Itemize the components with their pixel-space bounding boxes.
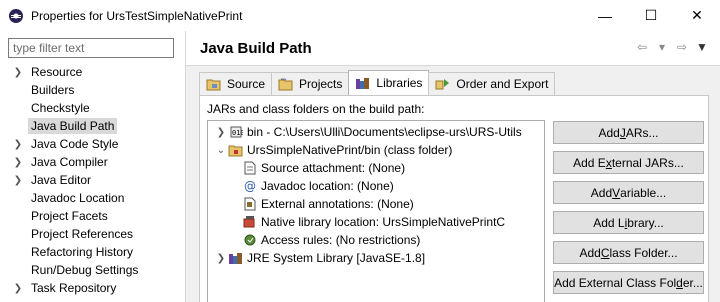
library-buttons: Add J ARs... Add Ex ternal JARs... Add Var… xyxy=(553,121,704,301)
chevron-right-icon[interactable]: ❯ xyxy=(8,157,28,168)
tree-row[interactable]: Access rules: (No restrictions) xyxy=(242,231,420,249)
view-menu-icon[interactable]: ▼ xyxy=(694,40,710,54)
maximize-button[interactable]: ☐ xyxy=(628,0,674,31)
filter-input[interactable] xyxy=(8,38,174,58)
nav-item-label: Resource xyxy=(31,65,83,79)
tab-label: Libraries xyxy=(376,76,423,90)
nav-item-project-references[interactable]: Project References xyxy=(8,225,178,243)
nav-item-label: Java Build Path xyxy=(28,118,118,134)
tree-row[interactable]: @ Javadoc location: (None) xyxy=(242,177,394,195)
nav-item-builders[interactable]: Builders xyxy=(8,81,178,99)
tab-order-and-export[interactable]: Order and Export xyxy=(428,72,556,95)
chevron-right-icon[interactable]: ❯ xyxy=(214,127,228,138)
tree-row-label: UrsSimpleNativePrint/bin (class folder) xyxy=(247,143,453,157)
tree-row[interactable]: ❯ 010 bin - C:\Users\Ulli\Documents\ecli… xyxy=(214,123,522,141)
property-page-tree: ❯ Resource Builders Checkstyle Java Build… xyxy=(8,63,178,297)
nav-item-java-build-path[interactable]: Java Build Path xyxy=(8,117,178,135)
tab-label: Source xyxy=(227,77,266,91)
class-folder-icon xyxy=(228,142,244,158)
chevron-right-icon[interactable]: ❯ xyxy=(8,67,28,78)
annotations-icon xyxy=(242,196,258,212)
jre-library-icon xyxy=(228,250,244,266)
source-attachment-icon xyxy=(242,160,258,176)
tree-row-label: Access rules: (No restrictions) xyxy=(261,233,421,247)
svg-text:@: @ xyxy=(244,179,256,193)
nav-item-label: Refactoring History xyxy=(31,245,134,259)
javadoc-icon: @ xyxy=(242,178,258,194)
projects-icon xyxy=(278,78,293,91)
back-menu-icon[interactable]: ▾ xyxy=(654,40,670,54)
nav-item-label: Checkstyle xyxy=(31,101,90,115)
nav-item-resource[interactable]: ❯ Resource xyxy=(8,63,178,81)
tree-row-label: JRE System Library [JavaSE-1.8] xyxy=(247,251,426,265)
tree-row[interactable]: Source attachment: (None) xyxy=(242,159,405,177)
tab-source[interactable]: Source xyxy=(199,72,273,95)
window-controls: — ☐ ✕ xyxy=(582,0,720,31)
add-library-button[interactable]: Add Li brary... xyxy=(553,211,704,234)
add-external-jars-button[interactable]: Add Ex ternal JARs... xyxy=(553,151,704,174)
nav-item-javadoc-location[interactable]: Javadoc Location xyxy=(8,189,178,207)
nav-item-project-facets[interactable]: Project Facets xyxy=(8,207,178,225)
chevron-right-icon[interactable]: ❯ xyxy=(214,253,228,264)
chevron-right-icon[interactable]: ❯ xyxy=(8,139,28,150)
source-folder-icon xyxy=(206,79,221,91)
tree-row[interactable]: ⌄ UrsSimpleNativePrint/bin (class folder… xyxy=(214,141,453,159)
add-variable-button[interactable]: Add Variable... xyxy=(553,181,704,204)
nav-item-checkstyle[interactable]: Checkstyle xyxy=(8,99,178,117)
nav-item-run-debug-settings[interactable]: Run/Debug Settings xyxy=(8,261,178,279)
tree-row-label: External annotations: (None) xyxy=(261,197,414,211)
nav-item-java-code-style[interactable]: ❯ Java Code Style xyxy=(8,135,178,153)
nav-item-label: Builders xyxy=(31,83,75,97)
nav-item-label: Run/Debug Settings xyxy=(31,263,139,277)
nav-item-label: Java Editor xyxy=(31,173,92,187)
tab-projects[interactable]: Projects xyxy=(271,72,350,95)
tree-row[interactable]: ❯ JRE System Library [JavaSE-1.8] xyxy=(214,249,425,267)
forward-arrow-icon[interactable]: ⇨ xyxy=(674,40,690,54)
close-button[interactable]: ✕ xyxy=(674,0,720,31)
nav-item-task-repository[interactable]: ❯ Task Repository xyxy=(8,279,178,297)
nav-item-label: Java Compiler xyxy=(31,155,108,169)
window-title: Properties for UrsTestSimpleNativePrint xyxy=(31,8,243,23)
binary-folder-icon: 010 xyxy=(228,124,244,140)
back-arrow-icon[interactable]: ⇦ xyxy=(634,40,650,54)
add-jars-button[interactable]: Add J ARs... xyxy=(553,121,704,144)
title-bar: Properties for UrsTestSimpleNativePrint … xyxy=(0,0,720,31)
nav-item-refactoring-history[interactable]: Refactoring History xyxy=(8,243,178,261)
nav-item-label: Project References xyxy=(31,227,134,241)
libraries-tree[interactable]: ❯ 010 bin - C:\Users\Ulli\Documents\ecli… xyxy=(207,120,545,302)
tab-label: Order and Export xyxy=(456,77,549,91)
minimize-button[interactable]: — xyxy=(582,0,628,31)
tree-row-label: Javadoc location: (None) xyxy=(261,179,394,193)
nav-item-label: Task Repository xyxy=(31,281,117,295)
eclipse-icon xyxy=(9,8,23,23)
tree-row-label: bin - C:\Users\Ulli\Documents\eclipse-ur… xyxy=(247,125,522,139)
access-rules-icon xyxy=(242,232,258,248)
tab-label: Projects xyxy=(299,77,343,91)
nav-item-java-editor[interactable]: ❯ Java Editor xyxy=(8,171,178,189)
tree-row-label: Source attachment: (None) xyxy=(261,161,406,175)
libraries-icon xyxy=(356,78,370,89)
tree-row[interactable]: Native library location: UrsSimpleNative… xyxy=(242,213,505,231)
chevron-down-icon[interactable]: ⌄ xyxy=(214,145,228,156)
nav-item-java-compiler[interactable]: ❯ Java Compiler xyxy=(8,153,178,171)
nav-item-label: Project Facets xyxy=(31,209,108,223)
nav-item-label: Java Code Style xyxy=(31,137,119,151)
chevron-right-icon[interactable]: ❯ xyxy=(8,283,28,294)
history-controls: ⇦ ▾ ⇨ ▼ xyxy=(634,40,710,54)
libraries-label: JARs and class folders on the build path… xyxy=(207,102,425,116)
native-library-icon xyxy=(242,214,258,230)
tab-libraries[interactable]: Libraries xyxy=(348,70,430,95)
page-title: Java Build Path xyxy=(200,40,312,57)
build-path-tabs: Source Projects Libraries Order and Expo… xyxy=(199,70,556,95)
svg-text:010: 010 xyxy=(232,129,243,137)
nav-item-label: Javadoc Location xyxy=(31,191,125,205)
chevron-right-icon[interactable]: ❯ xyxy=(8,175,28,186)
add-class-folder-button[interactable]: Add Class Folder... xyxy=(553,241,704,264)
add-external-class-folder-button[interactable]: Add External Class Fol d er... xyxy=(553,271,704,294)
tree-row-label: Native library location: UrsSimpleNative… xyxy=(261,215,506,229)
tree-row[interactable]: External annotations: (None) xyxy=(242,195,414,213)
order-export-icon xyxy=(435,79,450,90)
